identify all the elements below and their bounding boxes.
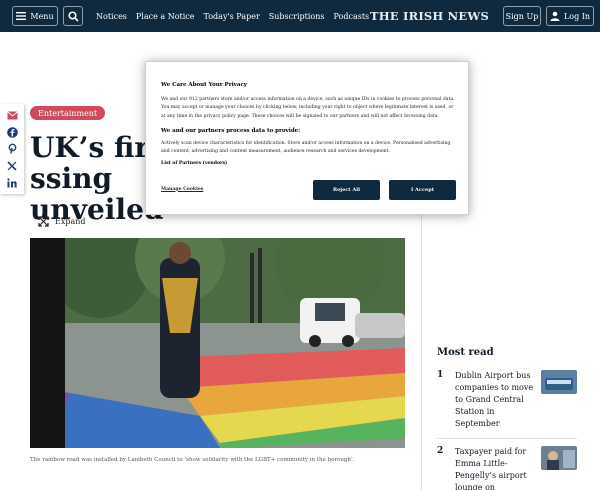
facebook-share-icon[interactable]: [6, 126, 18, 138]
nav-place-a-notice[interactable]: Place a Notice: [136, 12, 195, 21]
most-read-thumbnail[interactable]: [541, 370, 577, 394]
article-hero-image[interactable]: [30, 238, 405, 448]
hamburger-icon: [16, 12, 27, 20]
accept-button[interactable]: I Accept: [389, 180, 456, 200]
most-read-title: Most read: [437, 347, 494, 358]
menu-button[interactable]: Menu: [12, 6, 58, 26]
headline-end: ssing: [30, 162, 113, 195]
most-read-rank: 1: [437, 370, 444, 380]
main-nav: Notices Place a Notice Today's Paper Sub…: [96, 0, 369, 32]
pinterest-share-icon[interactable]: [6, 143, 18, 155]
email-share-icon[interactable]: [6, 109, 18, 121]
expand-image-button[interactable]: Expand: [38, 216, 86, 227]
log-in-button[interactable]: Log In: [546, 6, 594, 26]
user-icon: [550, 11, 560, 21]
category-tag[interactable]: Entertainment: [30, 106, 106, 120]
privacy-consent-dialog: We Care About Your Privacy We and our 91…: [145, 61, 469, 215]
share-rail: [0, 104, 24, 194]
site-header: Menu Notices Place a Notice Today's Pape…: [0, 0, 600, 32]
consent-body: We and our 912 partners store and/or acc…: [161, 97, 455, 119]
most-read-item[interactable]: 1 Dublin Airport bus companies to move t…: [437, 370, 577, 439]
most-read-separator: [437, 438, 577, 439]
most-read-rank: 2: [437, 446, 444, 456]
nav-notices[interactable]: Notices: [96, 12, 127, 21]
image-caption: The rainbow road was installed by Lambet…: [30, 457, 355, 463]
search-icon: [67, 10, 79, 22]
most-read-headline[interactable]: Taxpayer paid for Emma Little-Pengelly’s…: [455, 446, 539, 490]
x-share-icon[interactable]: [6, 160, 18, 172]
linkedin-share-icon[interactable]: [6, 177, 18, 189]
consent-purposes: Actively scan device characteristics for…: [161, 141, 451, 155]
most-read-item[interactable]: 2 Taxpayer paid for Emma Little-Pengelly…: [437, 446, 577, 490]
consent-subtitle: We and our partners process data to prov…: [161, 128, 301, 134]
menu-label: Menu: [30, 11, 54, 21]
reject-all-button[interactable]: Reject All: [313, 180, 380, 200]
search-button[interactable]: [63, 6, 83, 26]
site-logo[interactable]: THE IRISH NEWS: [370, 9, 489, 23]
log-in-label: Log In: [563, 11, 591, 21]
partners-link[interactable]: List of Partners (vendors): [161, 161, 227, 166]
expand-icon: [38, 216, 49, 227]
nav-todays-paper[interactable]: Today's Paper: [204, 12, 260, 21]
nav-podcasts[interactable]: Podcasts: [333, 12, 369, 21]
nav-subscriptions[interactable]: Subscriptions: [269, 12, 325, 21]
sign-up-button[interactable]: Sign Up: [503, 6, 541, 26]
most-read-thumbnail[interactable]: [541, 446, 577, 470]
manage-cookies-button[interactable]: Manage Cookies: [161, 181, 221, 197]
most-read-headline[interactable]: Dublin Airport bus companies to move to …: [455, 370, 539, 430]
consent-title: We Care About Your Privacy: [161, 82, 247, 88]
expand-label: Expand: [55, 217, 86, 226]
